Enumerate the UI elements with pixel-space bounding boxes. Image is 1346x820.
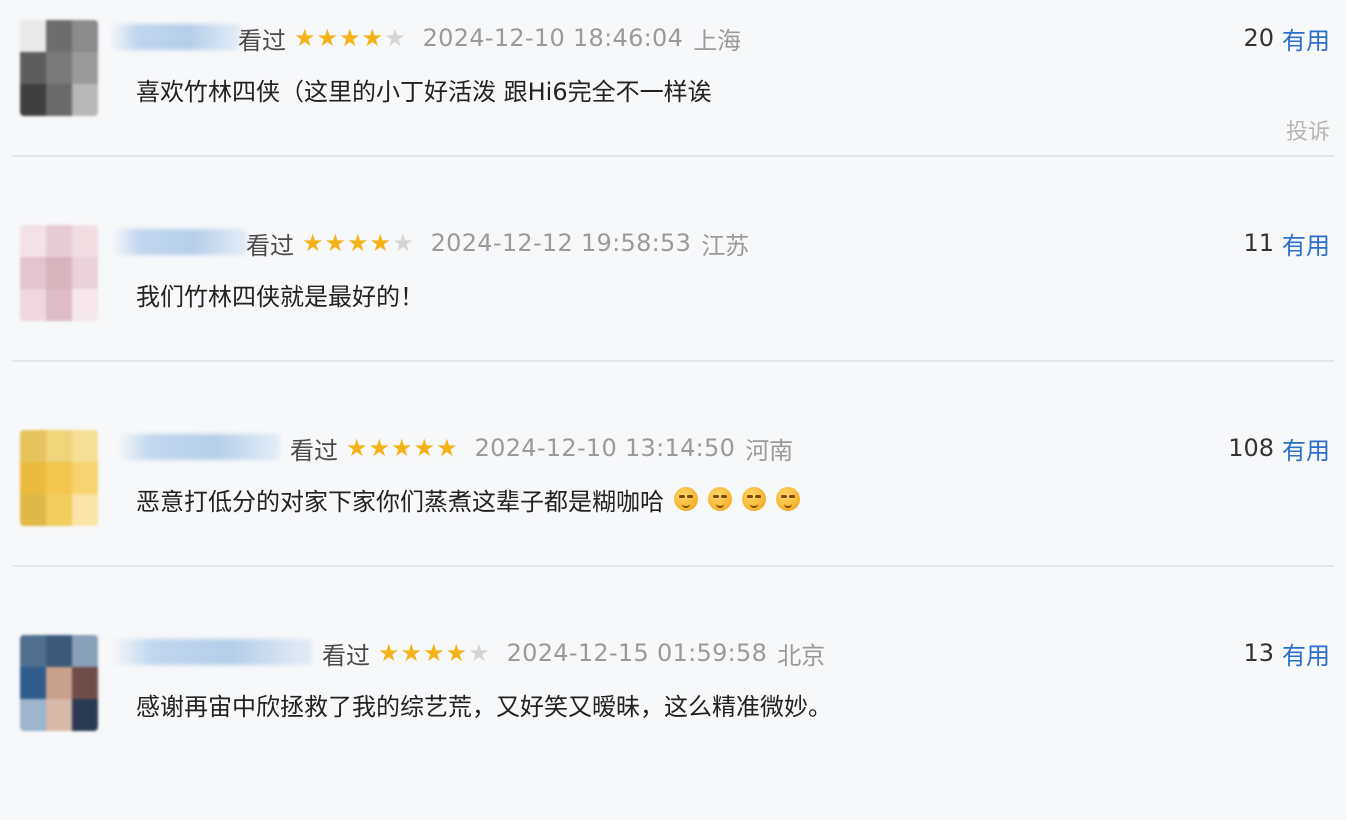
useful-count: 13 (1243, 639, 1274, 667)
comment-text-content: 我们竹林四侠就是最好的！ (136, 282, 424, 311)
comment-item: 看过 ★ ★ ★ ★ ★ 2024-12-12 19:58:53 江苏 11 有用 我们… (0, 205, 1346, 410)
avatar[interactable] (20, 635, 98, 731)
comment-text: 恶意打低分的对家下家你们蒸煮这辈子都是糊咖哈 (136, 482, 800, 516)
watched-status: 看过 (246, 231, 294, 260)
comment-location: 上海 (693, 26, 742, 55)
comment-location: 河南 (745, 436, 794, 465)
star-icon: ★ (368, 434, 391, 462)
rating-stars: ★ ★ ★ ★ ★ (302, 231, 415, 255)
username-blurred[interactable] (118, 434, 280, 460)
useful-vote[interactable]: 11 有用 (1243, 226, 1330, 261)
useful-count: 108 (1228, 434, 1274, 462)
username-blurred[interactable] (112, 639, 312, 665)
username-blurred[interactable] (112, 229, 247, 255)
comment-datetime: 2024-12-12 19:58:53 (430, 229, 692, 257)
star-icon: ★ (392, 229, 414, 257)
star-icon: ★ (378, 639, 400, 667)
comment-meta: 看过 ★ ★ ★ ★ ★ 2024-12-12 19:58:53 江苏 (246, 227, 750, 260)
comment-location: 江苏 (701, 231, 750, 260)
star-icon: ★ (436, 434, 458, 462)
useful-button[interactable]: 有用 (1282, 21, 1330, 56)
useful-count: 11 (1243, 229, 1274, 257)
smirk-emoji-icon (674, 487, 698, 511)
comment-item: 看过 ★ ★ ★ ★ ★ 2024-12-10 18:46:04 上海 20 有用 喜欢… (0, 0, 1346, 205)
comment-text: 感谢再宙中欣拯救了我的综艺荒，又好笑又暧昧，这么精准微妙。 (136, 687, 832, 721)
star-icon: ★ (445, 639, 468, 667)
comment-datetime: 2024-12-10 18:46:04 (422, 24, 684, 52)
avatar[interactable] (20, 225, 98, 321)
star-icon: ★ (423, 639, 445, 667)
star-icon: ★ (413, 434, 436, 462)
star-icon: ★ (324, 229, 347, 257)
avatar[interactable] (20, 430, 98, 526)
report-link[interactable]: 投诉 (1286, 114, 1330, 146)
useful-vote[interactable]: 108 有用 (1228, 431, 1330, 466)
star-icon: ★ (302, 229, 324, 257)
comment-meta: 看过 ★ ★ ★ ★ ★ 2024-12-15 01:59:58 北京 (322, 637, 826, 670)
comment-item: 看过 ★ ★ ★ ★ ★ 2024-12-15 01:59:58 北京 13 有用 感谢… (0, 615, 1346, 820)
comment-meta: 看过 ★ ★ ★ ★ ★ 2024-12-10 13:14:50 河南 (290, 432, 794, 465)
divider (12, 565, 1334, 567)
rating-stars: ★ ★ ★ ★ ★ (346, 436, 459, 460)
smirk-emoji-icon (742, 487, 766, 511)
star-icon: ★ (347, 229, 369, 257)
star-icon: ★ (369, 229, 392, 257)
comment-text: 喜欢竹林四侠（这里的小丁好活泼 跟Hi6完全不一样诶 (136, 72, 712, 106)
comment-location: 北京 (777, 641, 826, 670)
useful-button[interactable]: 有用 (1282, 636, 1330, 671)
comment-datetime: 2024-12-10 13:14:50 (474, 434, 736, 462)
divider (12, 360, 1334, 362)
watched-status: 看过 (290, 436, 338, 465)
star-icon: ★ (468, 639, 490, 667)
comment-text-content: 恶意打低分的对家下家你们蒸煮这辈子都是糊咖哈 (136, 487, 664, 516)
divider (12, 155, 1334, 157)
watched-status: 看过 (238, 26, 286, 55)
star-icon: ★ (391, 434, 413, 462)
comment-text: 我们竹林四侠就是最好的！ (136, 277, 424, 311)
comment-text-content: 感谢再宙中欣拯救了我的综艺荒，又好笑又暧昧，这么精准微妙。 (136, 692, 832, 721)
star-icon: ★ (339, 24, 361, 52)
star-icon: ★ (346, 434, 368, 462)
useful-button[interactable]: 有用 (1282, 226, 1330, 261)
watched-status: 看过 (322, 641, 370, 670)
star-icon: ★ (400, 639, 423, 667)
comment-meta: 看过 ★ ★ ★ ★ ★ 2024-12-10 18:46:04 上海 (238, 22, 742, 55)
star-icon: ★ (361, 24, 384, 52)
useful-vote[interactable]: 13 有用 (1243, 636, 1330, 671)
avatar[interactable] (20, 20, 98, 116)
username-blurred[interactable] (110, 24, 240, 50)
rating-stars: ★ ★ ★ ★ ★ (294, 26, 407, 50)
comment-item: 看过 ★ ★ ★ ★ ★ 2024-12-10 13:14:50 河南 108 有用 恶… (0, 410, 1346, 615)
star-icon: ★ (294, 24, 316, 52)
smirk-emoji-icon (708, 487, 732, 511)
comment-text-content: 喜欢竹林四侠（这里的小丁好活泼 跟Hi6完全不一样诶 (136, 77, 712, 106)
useful-count: 20 (1243, 24, 1274, 52)
star-icon: ★ (316, 24, 339, 52)
star-icon: ★ (384, 24, 406, 52)
useful-vote[interactable]: 20 有用 (1243, 21, 1330, 56)
smirk-emoji-icon (776, 487, 800, 511)
rating-stars: ★ ★ ★ ★ ★ (378, 641, 491, 665)
useful-button[interactable]: 有用 (1282, 431, 1330, 466)
comment-datetime: 2024-12-15 01:59:58 (506, 639, 768, 667)
